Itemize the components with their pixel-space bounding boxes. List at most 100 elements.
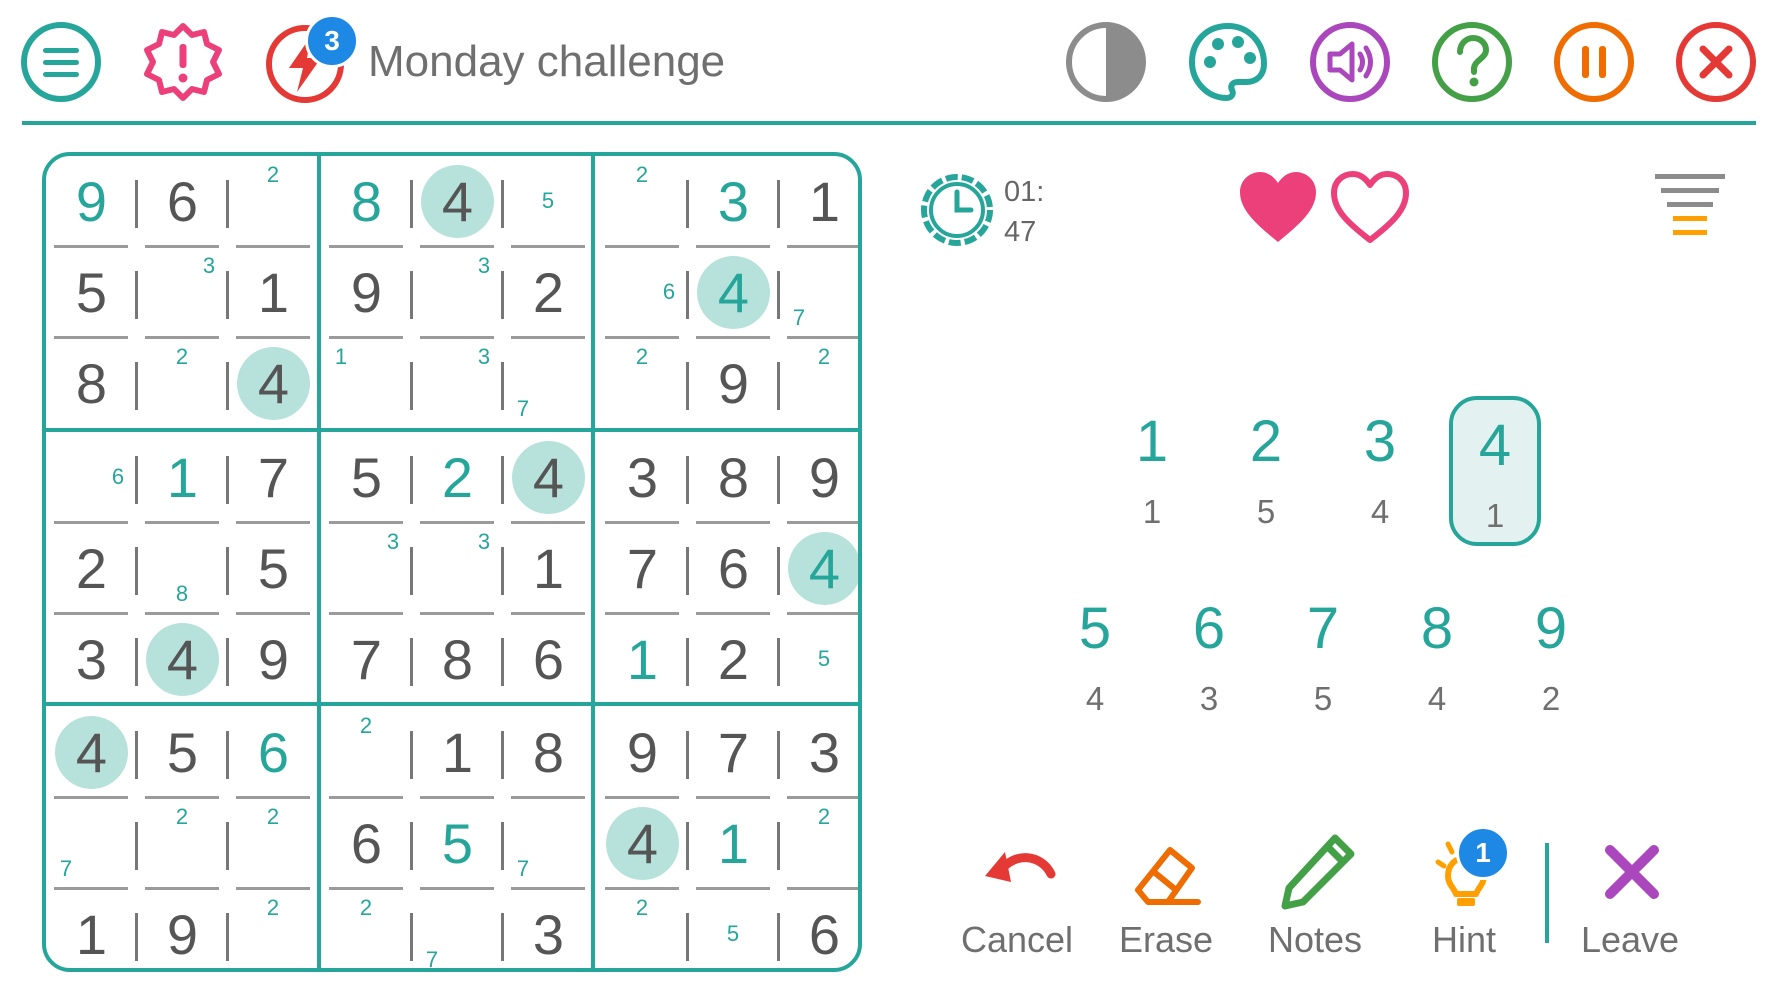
sound-button[interactable] [1308, 20, 1392, 104]
sudoku-cell[interactable]: 2 [597, 889, 688, 968]
sudoku-cell[interactable]: 2 [597, 338, 688, 429]
number-button-8[interactable]: 84 [1391, 583, 1483, 733]
sudoku-cell[interactable]: 6 [137, 156, 228, 247]
sudoku-cell[interactable]: 3 [597, 432, 688, 523]
sudoku-cell[interactable]: 3 [412, 247, 503, 338]
sudoku-cell[interactable]: 2 [779, 798, 858, 889]
sudoku-cell[interactable]: 6 [321, 798, 412, 889]
sudoku-cell[interactable]: 2 [137, 338, 228, 429]
sudoku-cell[interactable]: 9 [779, 432, 858, 523]
sudoku-cell[interactable]: 4 [688, 247, 779, 338]
sudoku-cell[interactable]: 2 [228, 889, 319, 968]
sudoku-cell[interactable]: 7 [779, 247, 858, 338]
hint-button[interactable]: 1 Hint [1394, 826, 1534, 970]
sudoku-cell[interactable]: 8 [412, 614, 503, 705]
number-button-3[interactable]: 34 [1334, 396, 1426, 546]
contrast-button[interactable] [1064, 20, 1148, 104]
sudoku-cell[interactable]: 8 [321, 156, 412, 247]
sudoku-cell[interactable]: 6 [779, 889, 858, 968]
sudoku-cell[interactable]: 5 [503, 156, 594, 247]
sudoku-cell[interactable]: 8 [688, 432, 779, 523]
number-button-4[interactable]: 41 [1449, 396, 1541, 546]
sudoku-cell[interactable]: 8 [137, 523, 228, 614]
sudoku-cell[interactable]: 5 [779, 614, 858, 705]
sudoku-cell[interactable]: 1 [503, 523, 594, 614]
sudoku-cell[interactable]: 1 [597, 614, 688, 705]
number-button-2[interactable]: 25 [1220, 396, 1312, 546]
sudoku-cell[interactable]: 4 [503, 432, 594, 523]
sudoku-cell[interactable]: 4 [46, 707, 137, 798]
sudoku-cell[interactable]: 1 [228, 247, 319, 338]
sudoku-cell[interactable]: 2 [503, 247, 594, 338]
sudoku-cell[interactable]: 2 [779, 338, 858, 429]
sudoku-cell[interactable]: 7 [412, 889, 503, 968]
sudoku-cell[interactable]: 2 [228, 156, 319, 247]
sudoku-cell[interactable]: 9 [688, 338, 779, 429]
notes-button[interactable]: Notes [1245, 830, 1385, 970]
sudoku-cell[interactable]: 7 [228, 432, 319, 523]
sudoku-cell[interactable]: 5 [46, 247, 137, 338]
sudoku-cell[interactable]: 2 [688, 614, 779, 705]
sudoku-cell[interactable]: 9 [228, 614, 319, 705]
sudoku-cell[interactable]: 1 [321, 338, 412, 429]
number-button-1[interactable]: 11 [1106, 396, 1198, 546]
sudoku-cell[interactable]: 3 [46, 614, 137, 705]
sudoku-cell[interactable]: 7 [503, 338, 594, 429]
sudoku-cell[interactable]: 4 [137, 614, 228, 705]
challenge-button[interactable]: 3 [263, 14, 359, 104]
sudoku-cell[interactable]: 5 [137, 707, 228, 798]
sudoku-cell[interactable]: 3 [779, 707, 858, 798]
sudoku-cell[interactable]: 2 [597, 156, 688, 247]
sudoku-cell[interactable]: 2 [321, 889, 412, 968]
erase-button[interactable]: Erase [1096, 830, 1236, 970]
sudoku-cell[interactable]: 3 [321, 523, 412, 614]
sudoku-cell[interactable]: 5 [321, 432, 412, 523]
sudoku-cell[interactable]: 5 [228, 523, 319, 614]
sudoku-cell[interactable]: 7 [503, 798, 594, 889]
sudoku-cell[interactable]: 6 [597, 247, 688, 338]
sudoku-cell[interactable]: 5 [412, 798, 503, 889]
sudoku-cell[interactable]: 9 [46, 156, 137, 247]
sudoku-cell[interactable]: 4 [597, 798, 688, 889]
sudoku-cell[interactable]: 4 [228, 338, 319, 429]
sudoku-cell[interactable]: 7 [597, 523, 688, 614]
sudoku-cell[interactable]: 1 [46, 889, 137, 968]
leave-button[interactable]: Leave [1560, 830, 1700, 970]
sudoku-cell[interactable]: 6 [228, 707, 319, 798]
sudoku-cell[interactable]: 9 [137, 889, 228, 968]
pause-button[interactable] [1552, 20, 1636, 104]
sudoku-cell[interactable]: 7 [321, 614, 412, 705]
help-button[interactable] [1430, 20, 1514, 104]
menu-button[interactable] [19, 20, 103, 104]
filter-icon[interactable] [1653, 170, 1727, 246]
sudoku-cell[interactable]: 1 [137, 432, 228, 523]
close-button[interactable] [1674, 20, 1758, 104]
sudoku-cell[interactable]: 8 [503, 707, 594, 798]
sudoku-cell[interactable]: 3 [688, 156, 779, 247]
sudoku-cell[interactable]: 2 [412, 432, 503, 523]
sudoku-cell[interactable]: 5 [688, 889, 779, 968]
sudoku-cell[interactable]: 9 [321, 247, 412, 338]
sudoku-cell[interactable]: 3 [503, 889, 594, 968]
sudoku-cell[interactable]: 1 [779, 156, 858, 247]
sudoku-cell[interactable]: 8 [46, 338, 137, 429]
sudoku-cell[interactable]: 1 [412, 707, 503, 798]
number-button-9[interactable]: 92 [1505, 583, 1597, 733]
number-button-6[interactable]: 63 [1163, 583, 1255, 733]
sudoku-cell[interactable]: 7 [688, 707, 779, 798]
sudoku-cell[interactable]: 2 [321, 707, 412, 798]
number-button-7[interactable]: 75 [1277, 583, 1369, 733]
sudoku-cell[interactable]: 2 [137, 798, 228, 889]
sudoku-cell[interactable]: 3 [412, 338, 503, 429]
sudoku-cell[interactable]: 4 [779, 523, 858, 614]
sudoku-cell[interactable]: 9 [597, 707, 688, 798]
sudoku-cell[interactable]: 2 [228, 798, 319, 889]
sudoku-cell[interactable]: 1 [688, 798, 779, 889]
number-button-5[interactable]: 54 [1049, 583, 1141, 733]
sudoku-cell[interactable]: 3 [412, 523, 503, 614]
sudoku-cell[interactable]: 3 [137, 247, 228, 338]
sudoku-cell[interactable]: 6 [46, 432, 137, 523]
sudoku-cell[interactable]: 6 [503, 614, 594, 705]
alert-button[interactable] [141, 20, 225, 104]
sudoku-cell[interactable]: 7 [46, 798, 137, 889]
